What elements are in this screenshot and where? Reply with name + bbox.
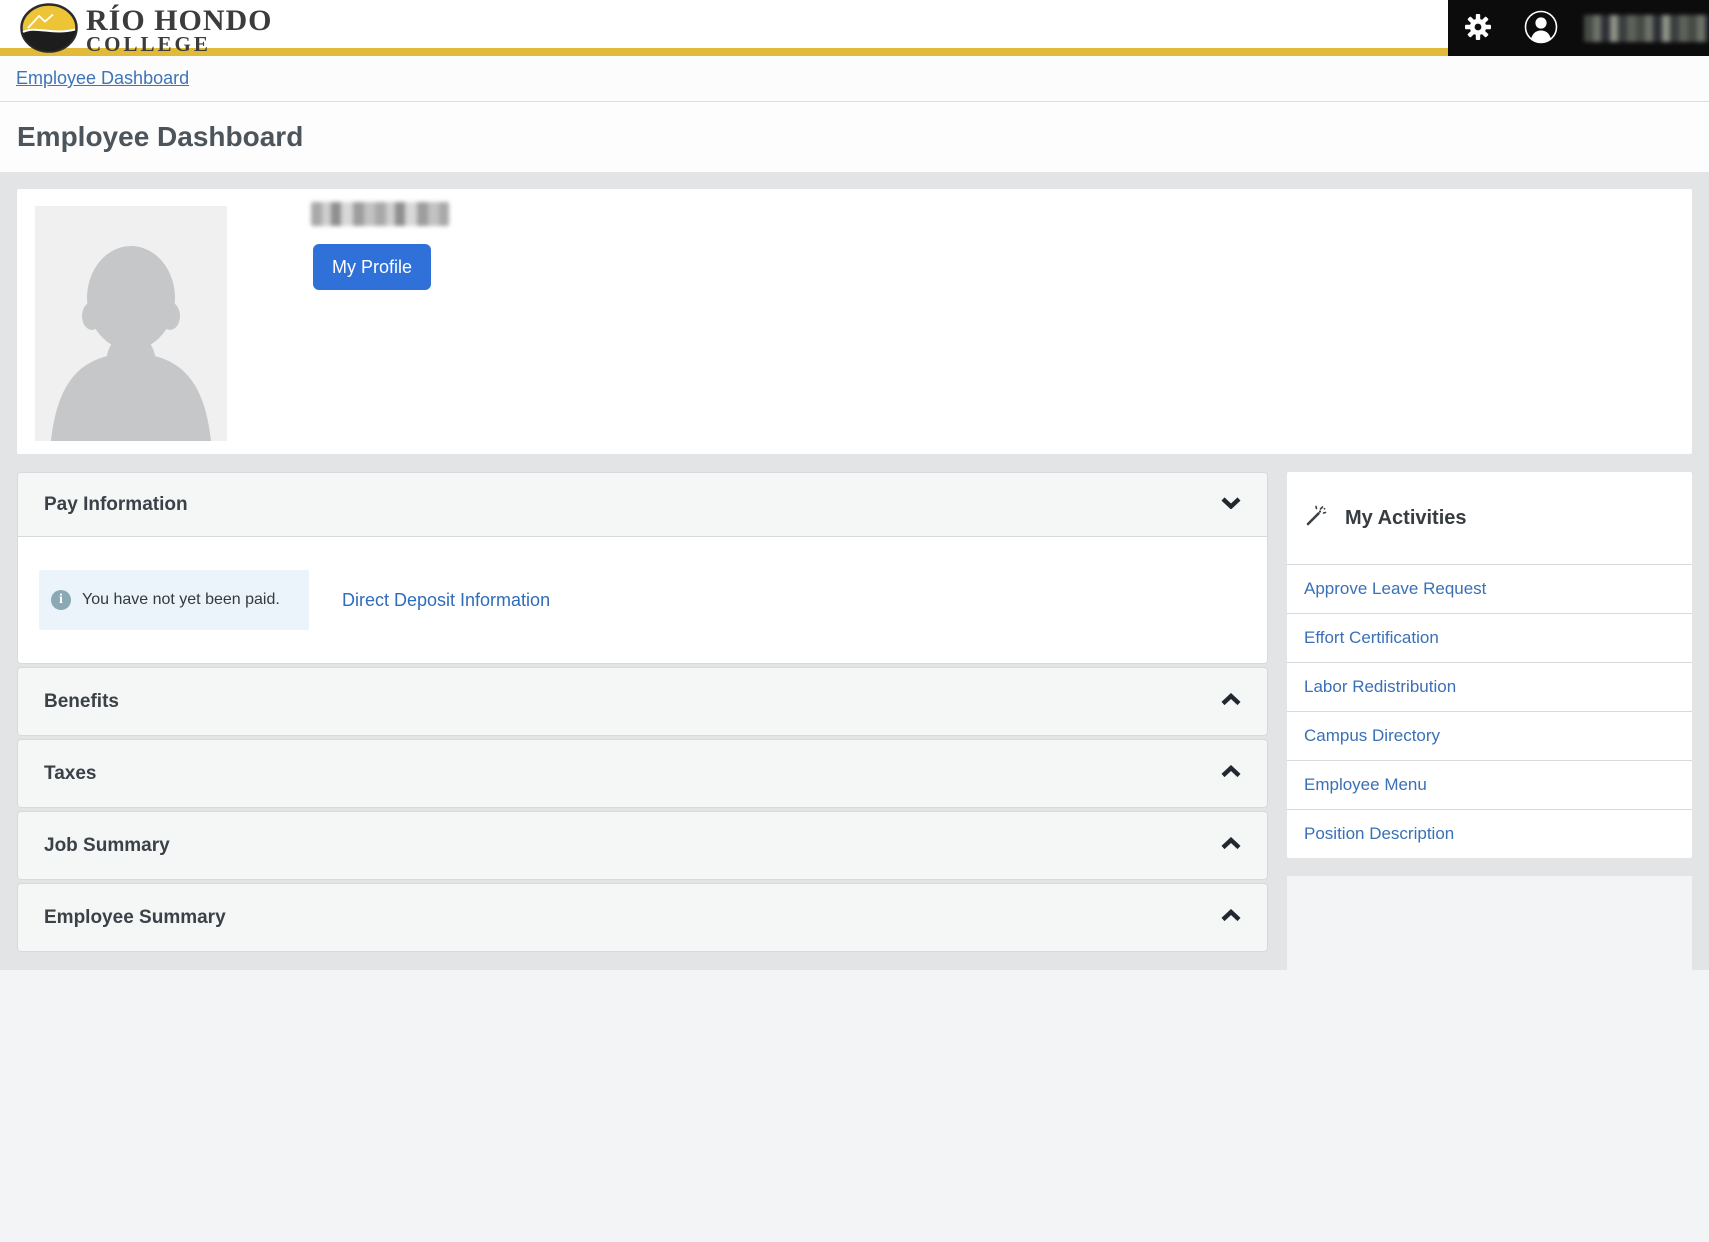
accordion-header-employee-summary[interactable]: Employee Summary	[17, 883, 1268, 952]
not-paid-alert-text: You have not yet been paid.	[82, 591, 280, 608]
chevron-up-icon	[1221, 692, 1241, 711]
activities-column: My Activities Approve Leave Request Effo…	[1287, 472, 1692, 970]
chevron-up-icon	[1221, 908, 1241, 927]
avatar	[35, 206, 227, 441]
accordion-label: Taxes	[44, 762, 97, 784]
accordion-label: Pay Information	[44, 493, 188, 515]
breadcrumb: Employee Dashboard	[0, 56, 1709, 102]
info-icon: i	[51, 590, 71, 610]
right-column-spacer	[1287, 876, 1692, 970]
profile-name-redacted	[311, 202, 449, 226]
activity-link-label: Approve Leave Request	[1304, 579, 1487, 598]
gear-icon	[1464, 13, 1492, 44]
chevron-down-icon	[1221, 496, 1241, 514]
magic-wand-icon	[1304, 504, 1328, 533]
accordion-header-job-summary[interactable]: Job Summary	[17, 811, 1268, 880]
accordion-header-taxes[interactable]: Taxes	[17, 739, 1268, 808]
activity-link-label: Position Description	[1304, 824, 1455, 843]
accordion-label: Employee Summary	[44, 906, 226, 928]
activity-link-labor-redistribution[interactable]: Labor Redistribution	[1287, 662, 1692, 711]
page-title: Employee Dashboard	[17, 121, 304, 152]
pay-information-content: i You have not yet been paid. Direct Dep…	[18, 537, 1267, 663]
activity-link-campus-directory[interactable]: Campus Directory	[1287, 711, 1692, 760]
activity-link-position-description[interactable]: Position Description	[1287, 809, 1692, 858]
accordion-label: Benefits	[44, 690, 119, 712]
chevron-up-icon	[1221, 836, 1241, 855]
section-pay-information: Pay Information i You have not yet been …	[17, 472, 1268, 664]
accordion-header-benefits[interactable]: Benefits	[17, 667, 1268, 736]
main-column: Pay Information i You have not yet been …	[17, 472, 1268, 952]
my-activities-panel: My Activities Approve Leave Request Effo…	[1287, 472, 1692, 858]
activity-link-label: Employee Menu	[1304, 775, 1427, 794]
person-icon	[1523, 9, 1559, 48]
activity-link-effort-certification[interactable]: Effort Certification	[1287, 613, 1692, 662]
not-paid-alert: i You have not yet been paid.	[39, 570, 309, 630]
direct-deposit-link[interactable]: Direct Deposit Information	[342, 590, 550, 611]
my-activities-header: My Activities	[1287, 472, 1692, 564]
header-user-block	[1448, 0, 1709, 56]
title-bar: Employee Dashboard	[0, 102, 1709, 172]
my-profile-button[interactable]: My Profile	[313, 244, 431, 290]
user-menu-button[interactable]	[1519, 0, 1562, 56]
activity-link-label: Campus Directory	[1304, 726, 1441, 745]
brand-name-line1: RÍO HONDO	[86, 4, 273, 37]
accordion-header-pay-information[interactable]: Pay Information	[18, 473, 1267, 537]
content-wrapper: My Profile Pay Information i You have no…	[0, 172, 1709, 970]
breadcrumb-link-employee-dashboard[interactable]: Employee Dashboard	[16, 68, 189, 89]
activity-link-employee-menu[interactable]: Employee Menu	[1287, 760, 1692, 809]
rio-hondo-oval-logo-icon	[20, 3, 78, 58]
brand-name-line2: COLLEGE	[86, 32, 211, 56]
accordion-label: Job Summary	[44, 834, 170, 856]
activity-link-label: Labor Redistribution	[1304, 677, 1457, 696]
activity-link-approve-leave-request[interactable]: Approve Leave Request	[1287, 564, 1692, 613]
dashboard-columns: Pay Information i You have not yet been …	[17, 472, 1692, 970]
chevron-up-icon	[1221, 764, 1241, 783]
app-header: RÍO HONDO COLLEGE	[0, 0, 1709, 56]
rio-hondo-logo: RÍO HONDO COLLEGE	[20, 3, 273, 58]
activity-link-label: Effort Certification	[1304, 628, 1439, 647]
header-username-redacted[interactable]	[1584, 14, 1709, 42]
settings-button[interactable]	[1458, 0, 1497, 56]
profile-card: My Profile	[17, 189, 1692, 454]
my-activities-title: My Activities	[1345, 506, 1467, 529]
